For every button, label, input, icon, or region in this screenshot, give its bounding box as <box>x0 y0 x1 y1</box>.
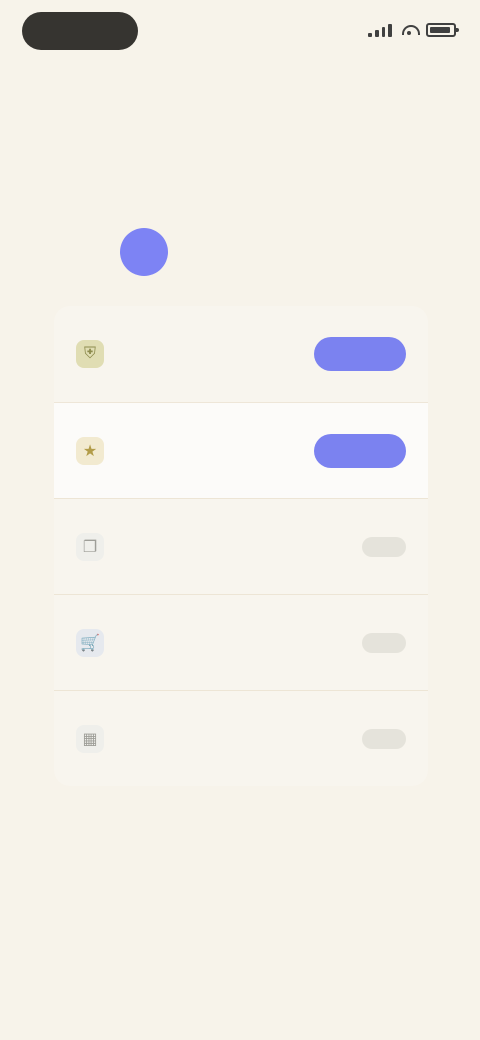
signal-icon <box>368 23 392 37</box>
option-meta-4 <box>362 632 406 653</box>
shield-icon: ⛨ <box>76 340 104 368</box>
account-chip[interactable] <box>120 226 360 278</box>
time-pill <box>22 12 138 50</box>
copy-icon: ❐ <box>76 532 104 561</box>
cart-icon: 🛒 <box>76 628 104 657</box>
option-row-4[interactable]: 🛒 <box>54 594 428 690</box>
option-action-2[interactable] <box>314 433 406 468</box>
star-icon: ★ <box>76 436 104 465</box>
option-row-2[interactable]: ★ <box>54 402 428 498</box>
option-row-5[interactable]: ▦ <box>54 690 428 786</box>
status-bar <box>0 0 480 60</box>
account-avatar <box>120 228 168 276</box>
option-row-1[interactable]: ⛨ <box>54 306 428 402</box>
option-meta-3 <box>362 536 406 557</box>
option-row-3[interactable]: ❐ <box>54 498 428 594</box>
wifi-icon <box>400 23 420 37</box>
battery-icon <box>426 23 459 37</box>
status-icons <box>364 18 459 42</box>
options-list: ⛨ ★ ❐ 🛒 ▦ <box>54 306 428 786</box>
screen: ⛨ ★ ❐ 🛒 ▦ <box>0 0 480 1040</box>
option-meta-5 <box>362 728 406 749</box>
option-action-1[interactable] <box>314 337 406 371</box>
calendar-icon: ▦ <box>76 724 104 753</box>
